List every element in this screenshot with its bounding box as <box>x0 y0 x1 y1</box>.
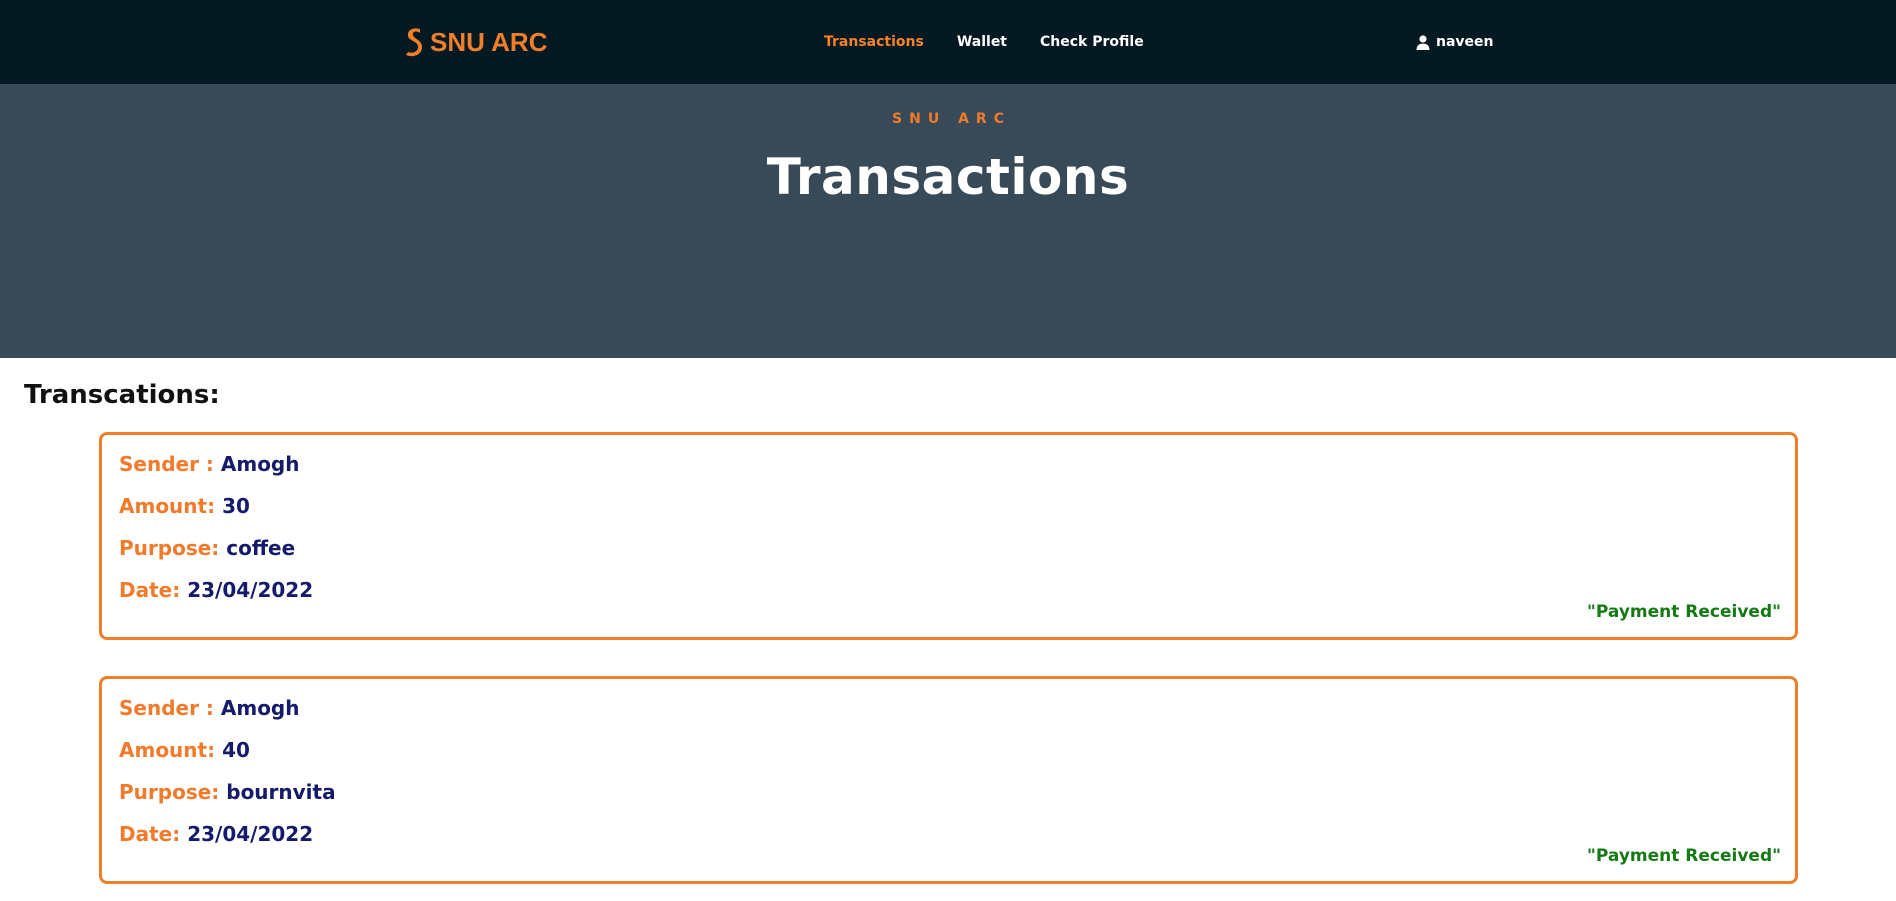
date-row: Date: 23/04/2022 <box>119 578 313 608</box>
amount-label: Amount: <box>119 494 223 518</box>
main-nav: Transactions Wallet Check Profile <box>824 30 1177 54</box>
amount-row: Amount: 30 <box>119 494 250 524</box>
purpose-value: coffee <box>226 536 296 560</box>
purpose-label: Purpose: <box>119 536 227 560</box>
transaction-card: Sender : Amogh Amount: 40 Purpose: bourn… <box>99 676 1798 884</box>
brand-logo[interactable]: SNU ARC <box>404 26 547 58</box>
date-value: 23/04/2022 <box>187 578 314 602</box>
purpose-row: Purpose: coffee <box>119 536 295 566</box>
s-logo-icon <box>406 28 422 57</box>
hero-eyebrow: SNU ARC <box>892 111 1011 127</box>
amount-row: Amount: 40 <box>119 738 250 768</box>
date-value: 23/04/2022 <box>187 822 314 846</box>
purpose-value: bournvita <box>226 780 336 804</box>
sender-value: Amogh <box>220 452 300 476</box>
hero-banner: SNU ARC Transactions <box>0 84 1896 358</box>
sender-value: Amogh <box>220 696 300 720</box>
amount-value: 40 <box>222 738 250 762</box>
payment-status: "Payment Received" <box>1587 602 1781 622</box>
purpose-label: Purpose: <box>119 780 227 804</box>
section-title: Transcations: <box>24 380 220 410</box>
nav-link-wallet[interactable]: Wallet <box>957 34 1007 50</box>
brand-name: SNU ARC <box>430 26 548 57</box>
nav-link-check-profile[interactable]: Check Profile <box>1040 34 1144 50</box>
date-label: Date: <box>119 578 188 602</box>
amount-value: 30 <box>222 494 250 518</box>
page-title: Transactions <box>766 148 1130 206</box>
payment-status: "Payment Received" <box>1587 846 1781 866</box>
sender-label: Sender : <box>119 696 221 720</box>
amount-label: Amount: <box>119 738 223 762</box>
date-row: Date: 23/04/2022 <box>119 822 313 852</box>
user-icon <box>1416 34 1430 50</box>
top-navbar: SNU ARC Transactions Wallet Check Profil… <box>0 0 1896 84</box>
sender-row: Sender : Amogh <box>119 452 300 482</box>
date-label: Date: <box>119 822 188 846</box>
transaction-card: Sender : Amogh Amount: 30 Purpose: coffe… <box>99 432 1798 640</box>
purpose-row: Purpose: bournvita <box>119 780 336 810</box>
user-menu[interactable]: naveen <box>1416 30 1494 54</box>
sender-label: Sender : <box>119 452 221 476</box>
user-name: naveen <box>1436 34 1494 50</box>
sender-row: Sender : Amogh <box>119 696 300 726</box>
nav-link-transactions[interactable]: Transactions <box>824 34 924 50</box>
